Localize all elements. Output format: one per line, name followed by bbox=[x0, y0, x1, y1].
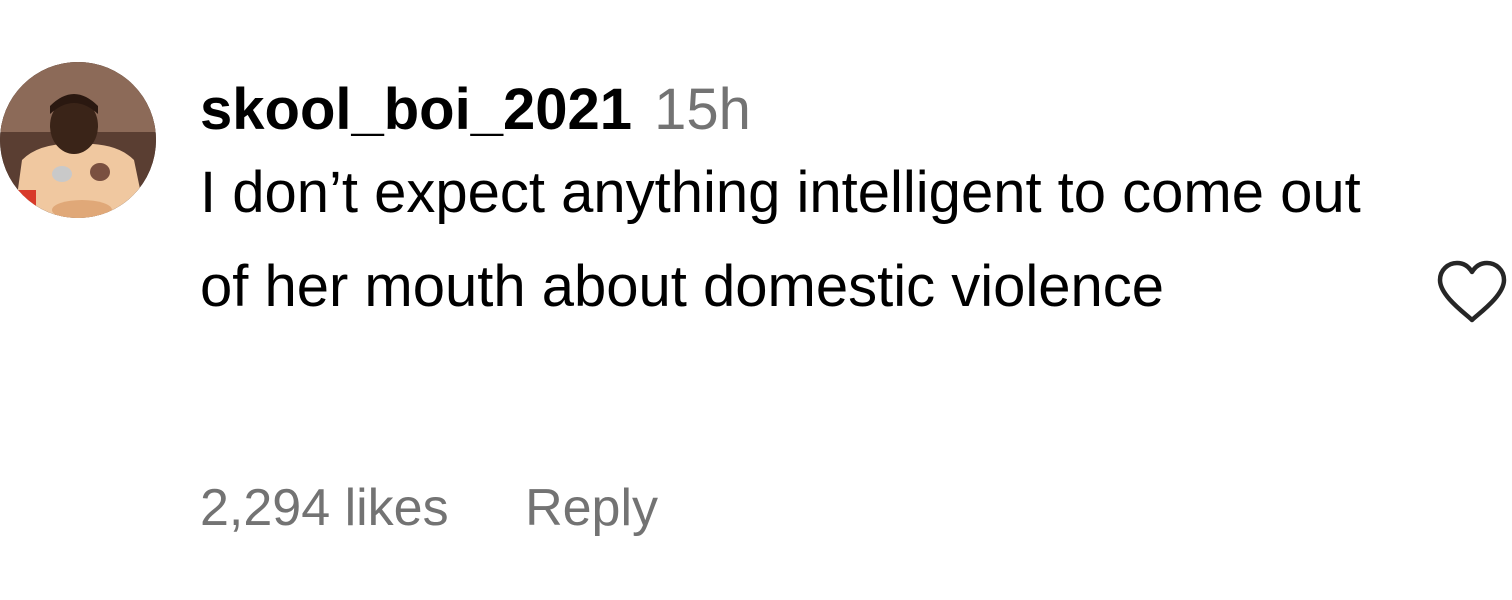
like-button[interactable] bbox=[1432, 252, 1512, 332]
comment-text: I don’t expect anything intelligent to c… bbox=[200, 160, 1361, 319]
avatar[interactable] bbox=[0, 62, 156, 218]
comment-content: skool_boi_2021 15h I don’t expect anythi… bbox=[200, 74, 1380, 334]
username-link[interactable]: skool_boi_2021 bbox=[200, 77, 632, 142]
comment-timestamp[interactable]: 15h bbox=[654, 77, 751, 142]
comment-item: skool_boi_2021 15h I don’t expect anythi… bbox=[0, 0, 1512, 600]
likes-count-link[interactable]: 2,294 likes bbox=[200, 479, 449, 537]
reply-button[interactable]: Reply bbox=[525, 479, 658, 537]
comment-actions: 2,294 likes Reply bbox=[200, 472, 658, 544]
heart-outline-icon bbox=[1437, 260, 1507, 323]
avatar-photo-icon bbox=[0, 62, 156, 218]
comment-header: skool_boi_2021 15h bbox=[200, 74, 1380, 146]
